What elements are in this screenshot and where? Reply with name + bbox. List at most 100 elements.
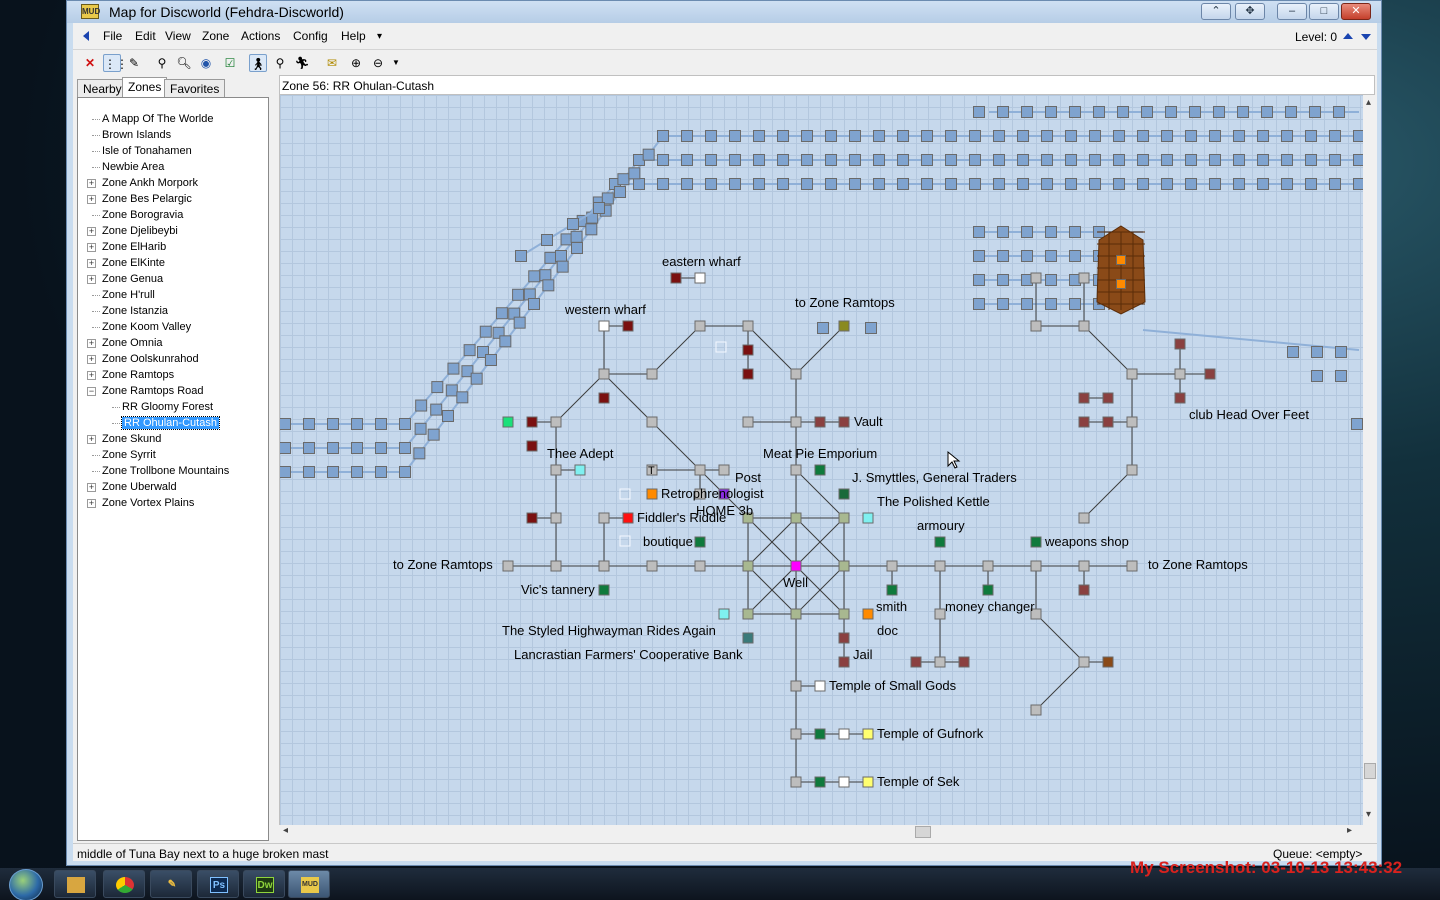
room-marker-icon[interactable]: T bbox=[648, 465, 655, 477]
room-node[interactable] bbox=[1030, 320, 1042, 332]
tree-item[interactable]: Brown Islands bbox=[78, 128, 268, 144]
room-node[interactable] bbox=[502, 560, 514, 572]
menu-edit[interactable]: Edit bbox=[135, 29, 156, 43]
room-node[interactable] bbox=[742, 344, 754, 356]
room-node[interactable] bbox=[742, 560, 754, 572]
room-node[interactable] bbox=[526, 512, 538, 524]
room-ship-cabin[interactable] bbox=[1116, 279, 1126, 289]
room-node[interactable] bbox=[598, 368, 610, 380]
room-node[interactable] bbox=[646, 488, 658, 500]
room-node[interactable] bbox=[886, 560, 898, 572]
room-node[interactable] bbox=[814, 728, 826, 740]
room-node[interactable] bbox=[790, 776, 802, 788]
pin-button[interactable]: ✥ bbox=[1235, 3, 1265, 20]
room-node[interactable] bbox=[958, 656, 970, 668]
room-node[interactable] bbox=[790, 560, 802, 572]
room-node[interactable] bbox=[1102, 416, 1114, 428]
room-node[interactable] bbox=[1174, 368, 1186, 380]
tree-item[interactable]: Zone Borogravia bbox=[78, 208, 268, 224]
room-node[interactable] bbox=[1078, 656, 1090, 668]
room-node[interactable] bbox=[862, 608, 874, 620]
room-node[interactable] bbox=[718, 464, 730, 476]
expand-icon[interactable]: + bbox=[87, 275, 96, 284]
tree-item[interactable]: + Zone Djelibeybi bbox=[78, 224, 268, 240]
room-node[interactable] bbox=[1078, 584, 1090, 596]
close-button[interactable]: ✕ bbox=[1341, 3, 1371, 20]
collapse-icon[interactable]: − bbox=[87, 387, 96, 396]
room-node[interactable] bbox=[1030, 560, 1042, 572]
room-node[interactable] bbox=[598, 584, 610, 596]
tree-item[interactable]: + Zone Uberwald bbox=[78, 480, 268, 496]
room-node[interactable] bbox=[838, 560, 850, 572]
expand-icon[interactable]: + bbox=[87, 339, 96, 348]
taskbar-mud[interactable]: MUD bbox=[288, 870, 330, 898]
room-node[interactable] bbox=[550, 464, 562, 476]
taskbar-photoshop[interactable]: Ps bbox=[197, 870, 239, 898]
expand-icon[interactable]: + bbox=[87, 195, 96, 204]
scroll-right-icon[interactable]: ▸ bbox=[1347, 825, 1352, 836]
back-arrow-icon[interactable] bbox=[83, 31, 89, 41]
room-node[interactable] bbox=[814, 464, 826, 476]
room-node[interactable] bbox=[1102, 392, 1114, 404]
tree-item[interactable]: Zone Istanzia bbox=[78, 304, 268, 320]
room-node[interactable] bbox=[646, 368, 658, 380]
menu-zone[interactable]: Zone bbox=[202, 29, 229, 43]
vertical-scrollbar[interactable]: ▴ ▾ bbox=[1363, 95, 1377, 829]
room-ship-deck[interactable] bbox=[1116, 255, 1126, 265]
room-node[interactable] bbox=[790, 512, 802, 524]
room-node[interactable] bbox=[1078, 272, 1090, 284]
room-node[interactable] bbox=[1204, 368, 1216, 380]
room-node[interactable] bbox=[814, 416, 826, 428]
menu-actions[interactable]: Actions bbox=[241, 29, 280, 43]
title-bar[interactable]: MUD Map for Discworld (Fehdra-Discworld)… bbox=[67, 1, 1381, 23]
room-node[interactable] bbox=[838, 776, 850, 788]
room-node[interactable] bbox=[598, 512, 610, 524]
tree-item[interactable]: + Zone Bes Pelargic bbox=[78, 192, 268, 208]
room-node[interactable] bbox=[526, 440, 538, 452]
room-node[interactable] bbox=[862, 512, 874, 524]
room-node[interactable] bbox=[1126, 560, 1138, 572]
expand-icon[interactable]: + bbox=[87, 355, 96, 364]
room-node[interactable] bbox=[550, 560, 562, 572]
start-button[interactable] bbox=[9, 869, 43, 900]
room-node[interactable] bbox=[1030, 536, 1042, 548]
room-node[interactable] bbox=[814, 680, 826, 692]
grid-icon[interactable]: ⋮⋮ bbox=[103, 54, 128, 72]
room-node[interactable] bbox=[646, 416, 658, 428]
room-node[interactable] bbox=[598, 320, 610, 332]
room-node[interactable] bbox=[838, 488, 850, 500]
room-node[interactable] bbox=[622, 512, 634, 524]
vertical-scroll-thumb[interactable] bbox=[1364, 763, 1376, 779]
tree-item[interactable]: Isle of Tonahamen bbox=[78, 144, 268, 160]
expand-icon[interactable]: + bbox=[87, 435, 96, 444]
room-node[interactable] bbox=[1174, 392, 1186, 404]
room-node[interactable] bbox=[934, 536, 946, 548]
tree-item[interactable]: Zone Trollbone Mountains bbox=[78, 464, 268, 480]
maximize-button[interactable]: □ bbox=[1309, 3, 1339, 20]
room-node[interactable] bbox=[622, 320, 634, 332]
zoom-dropdown-icon[interactable]: ▼ bbox=[387, 54, 405, 72]
room-node[interactable] bbox=[742, 632, 754, 644]
room-node[interactable] bbox=[526, 416, 538, 428]
room-node[interactable] bbox=[1126, 368, 1138, 380]
room-node[interactable] bbox=[838, 728, 850, 740]
expand-icon[interactable]: + bbox=[87, 499, 96, 508]
room-node[interactable] bbox=[1078, 560, 1090, 572]
room-node[interactable] bbox=[910, 656, 922, 668]
tree-item[interactable]: − Zone Ramtops Road bbox=[78, 384, 268, 400]
room-node[interactable] bbox=[694, 464, 706, 476]
taskbar-explorer[interactable] bbox=[54, 870, 96, 898]
room-node[interactable] bbox=[742, 608, 754, 620]
tree-item[interactable]: A Mapp Of The Worlde bbox=[78, 112, 268, 128]
tree-item[interactable]: + Zone Genua bbox=[78, 272, 268, 288]
room-node[interactable] bbox=[982, 584, 994, 596]
menu-file[interactable]: File bbox=[103, 29, 122, 43]
room-node[interactable] bbox=[838, 656, 850, 668]
room-node[interactable] bbox=[550, 512, 562, 524]
paint-icon[interactable]: ✎ bbox=[125, 54, 143, 72]
room-node[interactable] bbox=[646, 560, 658, 572]
expand-icon[interactable]: + bbox=[87, 179, 96, 188]
expand-icon[interactable]: + bbox=[87, 243, 96, 252]
tree-item[interactable]: + Zone Skund bbox=[78, 432, 268, 448]
tree-item[interactable]: + Zone Ankh Morpork bbox=[78, 176, 268, 192]
